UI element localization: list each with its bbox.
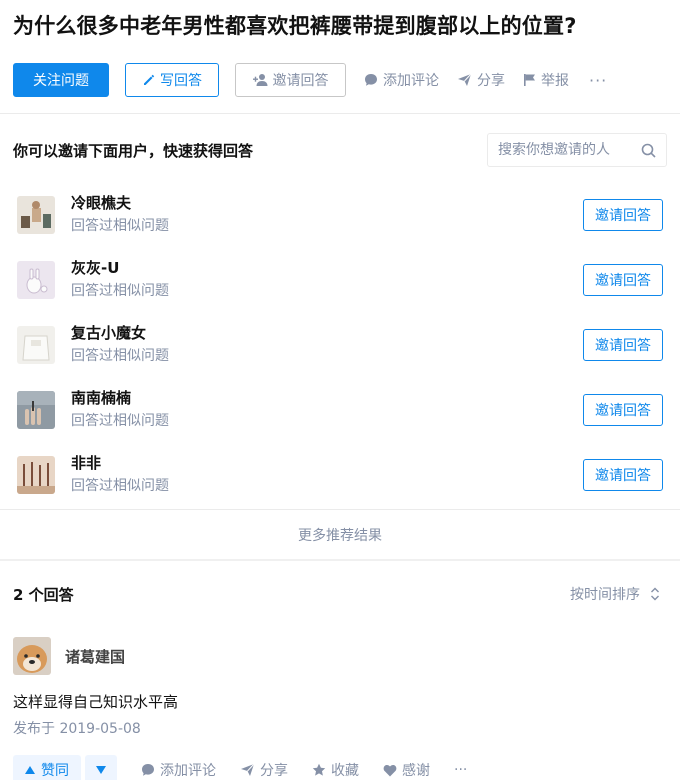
list-item: 非非 回答过相似问题 邀请回答 bbox=[17, 442, 663, 507]
collect-label: 收藏 bbox=[331, 763, 359, 779]
sort-by-time-button[interactable]: 按时间排序 bbox=[570, 584, 660, 604]
user-info: 非非 回答过相似问题 bbox=[71, 453, 583, 496]
user-reason: 回答过相似问题 bbox=[71, 478, 169, 494]
invite-user-button[interactable]: 邀请回答 bbox=[583, 393, 663, 426]
add-comment-button[interactable]: 添加评论 bbox=[364, 70, 439, 90]
answer-actions: 赞同 添加评论 分享 收藏 感谢 ··· bbox=[13, 755, 667, 780]
question-header: 为什么很多中老年男性都喜欢把裤腰带提到腹部以上的位置? 关注问题 写回答 邀请回… bbox=[0, 0, 680, 97]
thanks-button[interactable]: 感谢 bbox=[383, 760, 430, 780]
comment-icon bbox=[365, 74, 377, 86]
paper-plane-icon bbox=[241, 763, 255, 776]
answers-count: 2 个回答 bbox=[13, 585, 74, 604]
question-actions: 关注问题 写回答 邀请回答 添加评论 分享 举报 ··· bbox=[13, 63, 667, 97]
follow-question-button[interactable]: 关注问题 bbox=[13, 63, 109, 97]
upvote-label: 赞同 bbox=[41, 763, 69, 779]
add-user-icon bbox=[252, 74, 267, 86]
avatar[interactable] bbox=[17, 390, 55, 429]
user-info: 灰灰-U 回答过相似问题 bbox=[71, 258, 583, 301]
question-title[interactable]: 为什么很多中老年男性都喜欢把裤腰带提到腹部以上的位置? bbox=[13, 12, 667, 40]
invite-user-button[interactable]: 邀请回答 bbox=[583, 263, 663, 296]
user-name[interactable]: 冷眼樵夫 bbox=[71, 193, 583, 213]
list-item: 复古小魔女 回答过相似问题 邀请回答 bbox=[17, 312, 663, 377]
more-options-button[interactable]: ··· bbox=[589, 71, 607, 90]
star-icon bbox=[312, 763, 326, 776]
pencil-icon bbox=[144, 74, 155, 85]
avatar[interactable] bbox=[17, 325, 55, 364]
user-name[interactable]: 南南楠楠 bbox=[71, 388, 583, 408]
thanks-label: 感谢 bbox=[402, 763, 430, 779]
answer-comment-label: 添加评论 bbox=[160, 763, 216, 779]
user-name[interactable]: 灰灰-U bbox=[71, 258, 583, 278]
author-name[interactable]: 诸葛建国 bbox=[65, 646, 125, 667]
user-reason: 回答过相似问题 bbox=[71, 218, 169, 234]
invite-user-button[interactable]: 邀请回答 bbox=[583, 198, 663, 231]
user-info: 南南楠楠 回答过相似问题 bbox=[71, 388, 583, 431]
answer-date[interactable]: 发布于 2019-05-08 bbox=[13, 719, 667, 739]
add-comment-label: 添加评论 bbox=[383, 73, 439, 89]
share-label: 分享 bbox=[477, 73, 505, 89]
downvote-button[interactable] bbox=[85, 755, 117, 780]
comment-icon bbox=[142, 764, 154, 776]
invite-user-button[interactable]: 邀请回答 bbox=[583, 328, 663, 361]
invite-panel: 你可以邀请下面用户，快速获得回答 冷眼樵夫 回答 bbox=[0, 114, 680, 559]
list-item: 冷眼樵夫 回答过相似问题 邀请回答 bbox=[17, 182, 663, 247]
report-button[interactable]: 举报 bbox=[523, 70, 569, 90]
search-icon[interactable] bbox=[641, 143, 656, 158]
answer-comment-button[interactable]: 添加评论 bbox=[141, 760, 216, 780]
invite-header: 你可以邀请下面用户，快速获得回答 bbox=[0, 114, 680, 168]
sort-label: 按时间排序 bbox=[570, 587, 640, 603]
invite-user-list: 冷眼樵夫 回答过相似问题 邀请回答 灰灰-U 回答过相似问题 邀请回答 复古小魔… bbox=[0, 182, 680, 507]
avatar[interactable] bbox=[17, 455, 55, 494]
avatar[interactable] bbox=[17, 260, 55, 299]
user-reason: 回答过相似问题 bbox=[71, 283, 169, 299]
answer-share-label: 分享 bbox=[260, 763, 288, 779]
answer-item: 诸葛建国 这样显得自己知识水平高 发布于 2019-05-08 赞同 添加评论 bbox=[0, 637, 680, 780]
invite-answer-label: 邀请回答 bbox=[272, 73, 329, 89]
avatar[interactable] bbox=[13, 637, 51, 675]
author-row: 诸葛建国 bbox=[13, 637, 667, 675]
user-info: 冷眼樵夫 回答过相似问题 bbox=[71, 193, 583, 236]
write-answer-button[interactable]: 写回答 bbox=[125, 63, 219, 97]
list-item: 南南楠楠 回答过相似问题 邀请回答 bbox=[17, 377, 663, 442]
user-name[interactable]: 非非 bbox=[71, 453, 583, 473]
avatar[interactable] bbox=[17, 195, 55, 234]
answers-header: 2 个回答 按时间排序 bbox=[0, 561, 680, 627]
triangle-down-icon bbox=[96, 766, 106, 774]
invite-user-button[interactable]: 邀请回答 bbox=[583, 458, 663, 491]
report-label: 举报 bbox=[541, 73, 569, 89]
paper-plane-icon bbox=[458, 73, 472, 86]
user-info: 复古小魔女 回答过相似问题 bbox=[71, 323, 583, 366]
invite-title: 你可以邀请下面用户，快速获得回答 bbox=[13, 141, 254, 160]
collect-button[interactable]: 收藏 bbox=[312, 760, 359, 780]
sort-arrows-icon bbox=[651, 587, 659, 601]
write-answer-label: 写回答 bbox=[160, 73, 202, 89]
user-name[interactable]: 复古小魔女 bbox=[71, 323, 583, 343]
answer-more-button[interactable]: ··· bbox=[454, 762, 467, 778]
answer-content: 这样显得自己知识水平高 bbox=[13, 693, 179, 711]
answers-section: 2 个回答 按时间排序 诸葛建国 这样显得自己知识水平高 发布于 2019-05… bbox=[0, 561, 680, 780]
answer-share-button[interactable]: 分享 bbox=[240, 760, 288, 780]
triangle-up-icon bbox=[25, 766, 35, 774]
invite-answer-button[interactable]: 邀请回答 bbox=[235, 63, 346, 97]
share-button[interactable]: 分享 bbox=[457, 70, 505, 90]
invite-search-input[interactable] bbox=[498, 142, 638, 158]
user-reason: 回答过相似问题 bbox=[71, 413, 169, 429]
flag-icon bbox=[524, 74, 535, 86]
upvote-button[interactable]: 赞同 bbox=[13, 755, 81, 780]
heart-icon bbox=[383, 764, 397, 776]
more-results-button[interactable]: 更多推荐结果 bbox=[0, 509, 680, 559]
invite-search-box[interactable] bbox=[487, 133, 667, 167]
list-item: 灰灰-U 回答过相似问题 邀请回答 bbox=[17, 247, 663, 312]
user-reason: 回答过相似问题 bbox=[71, 348, 169, 364]
